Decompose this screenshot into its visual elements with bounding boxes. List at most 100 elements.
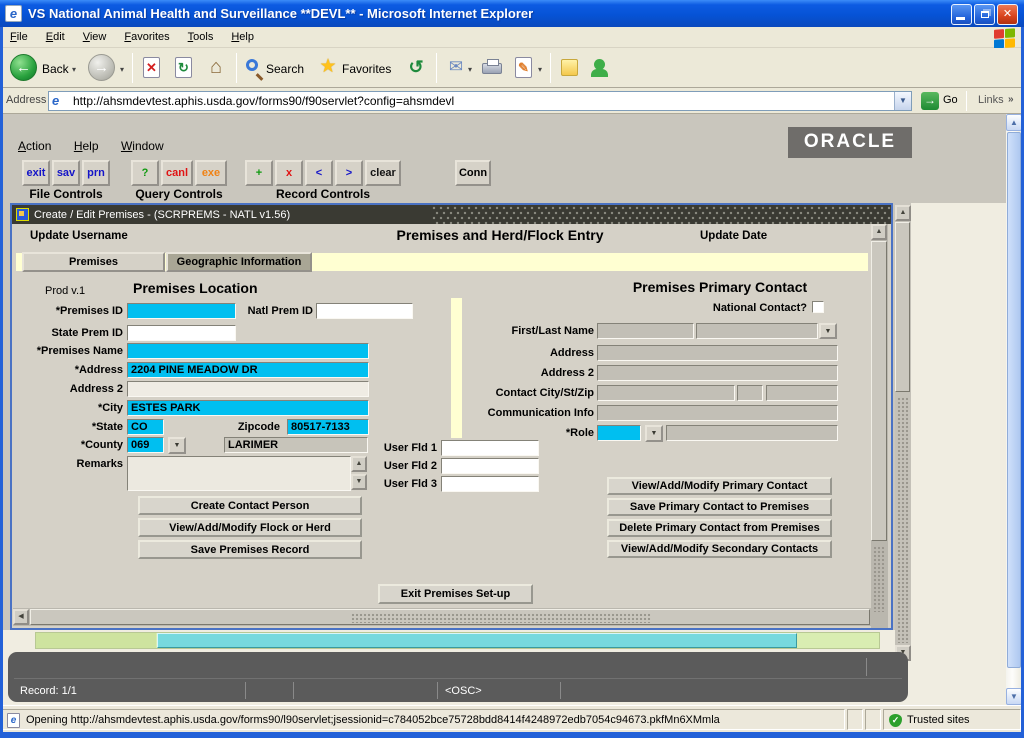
- applet-vertical-scroll-thumb[interactable]: [895, 222, 910, 392]
- applet-horizontal-scrollbar[interactable]: [35, 632, 880, 649]
- role-dropdown-button[interactable]: ▼: [645, 425, 663, 442]
- form-horizontal-scrollbar[interactable]: ◀ ▶: [13, 608, 888, 626]
- back-icon[interactable]: ←: [10, 54, 37, 81]
- oracle-menu-window[interactable]: Window: [121, 139, 164, 153]
- menu-favorites[interactable]: Favorites: [124, 31, 169, 43]
- remarks-scroll-up-button[interactable]: ▲: [351, 456, 367, 472]
- address2-field[interactable]: [127, 381, 369, 397]
- query-cancel-button[interactable]: canl: [161, 160, 193, 186]
- premises-id-field[interactable]: [127, 303, 236, 319]
- state-field[interactable]: [127, 419, 164, 435]
- applet-scroll-up-button[interactable]: ▲: [895, 205, 911, 221]
- view-add-modify-primary-contact-button[interactable]: View/Add/Modify Primary Contact: [607, 477, 832, 495]
- history-icon[interactable]: ↺: [404, 56, 428, 80]
- messenger-icon[interactable]: [588, 56, 612, 80]
- form-vertical-scrollbar[interactable]: ▲: [871, 224, 888, 628]
- menu-edit[interactable]: Edit: [46, 31, 65, 43]
- conn-button[interactable]: Conn: [455, 160, 491, 186]
- form-title-bar[interactable]: Create / Edit Premises - (SCRPREMS - NAT…: [12, 205, 891, 224]
- national-contact-checkbox[interactable]: [812, 301, 824, 313]
- mail-dropdown-icon[interactable]: ▾: [468, 65, 472, 74]
- zipcode-field[interactable]: [287, 419, 369, 435]
- remarks-scroll-down-button[interactable]: ▼: [351, 474, 367, 490]
- menu-view[interactable]: View: [83, 31, 107, 43]
- restore-button[interactable]: [974, 4, 995, 25]
- save-button[interactable]: sav: [52, 160, 80, 186]
- role-field[interactable]: [597, 425, 641, 441]
- go-label[interactable]: Go: [943, 94, 958, 106]
- browser-scroll-thumb[interactable]: [1007, 132, 1021, 668]
- record-insert-button[interactable]: +: [245, 160, 273, 186]
- links-chevron-icon[interactable]: »: [1008, 94, 1014, 105]
- save-premises-record-button[interactable]: Save Premises Record: [138, 540, 362, 559]
- refresh-icon[interactable]: ↻: [172, 56, 196, 80]
- view-add-modify-flock-herd-button[interactable]: View/Add/Modify Flock or Herd: [138, 518, 362, 537]
- home-icon[interactable]: ⌂: [204, 56, 228, 80]
- menu-tools[interactable]: Tools: [188, 31, 214, 43]
- scroll-left-button[interactable]: ◀: [13, 609, 29, 625]
- address-url-input[interactable]: [73, 93, 883, 109]
- exit-premises-setup-button[interactable]: Exit Premises Set-up: [378, 584, 533, 604]
- back-label[interactable]: Back: [42, 62, 69, 76]
- county-dropdown-button[interactable]: ▼: [168, 437, 186, 454]
- view-add-modify-secondary-contacts-button[interactable]: View/Add/Modify Secondary Contacts: [607, 540, 832, 558]
- form-scroll-up-button[interactable]: ▲: [871, 224, 887, 240]
- browser-scroll-down-button[interactable]: ▼: [1006, 688, 1022, 705]
- remarks-field[interactable]: [127, 456, 351, 491]
- exit-button[interactable]: exit: [22, 160, 50, 186]
- minimize-button[interactable]: [951, 4, 972, 25]
- delete-primary-contact-button[interactable]: Delete Primary Contact from Premises: [607, 519, 832, 537]
- tab-premises[interactable]: Premises: [22, 252, 165, 272]
- stop-icon[interactable]: ✕: [140, 56, 164, 80]
- console-divider: [14, 678, 902, 679]
- city-field[interactable]: [127, 400, 369, 416]
- address-field[interactable]: [127, 362, 369, 378]
- mail-icon[interactable]: ✉: [444, 56, 468, 80]
- go-icon[interactable]: →: [921, 92, 939, 110]
- premises-name-field[interactable]: [127, 343, 369, 359]
- favorites-label[interactable]: Favorites: [342, 62, 391, 76]
- browser-vertical-scrollbar[interactable]: ▲ ▼: [1006, 114, 1022, 705]
- user-fld-2-field[interactable]: [441, 458, 539, 474]
- favorites-icon[interactable]: ★: [316, 56, 340, 80]
- edit-icon[interactable]: ✎: [512, 56, 536, 80]
- menu-file[interactable]: File: [10, 31, 28, 43]
- menu-help[interactable]: Help: [231, 31, 254, 43]
- tab-geographic-information[interactable]: Geographic Information: [166, 252, 312, 272]
- county-code-field[interactable]: [127, 437, 164, 453]
- search-label[interactable]: Search: [266, 62, 304, 76]
- address-input-box[interactable]: e ▼: [48, 91, 912, 111]
- back-dropdown-icon[interactable]: ▾: [72, 65, 76, 74]
- applet-vertical-scrollbar[interactable]: ▲ ▼: [895, 205, 911, 661]
- create-contact-person-button[interactable]: Create Contact Person: [138, 496, 362, 515]
- record-delete-button[interactable]: x: [275, 160, 303, 186]
- save-primary-contact-button[interactable]: Save Primary Contact to Premises: [607, 498, 832, 516]
- query-execute-button[interactable]: exe: [195, 160, 227, 186]
- address-dropdown-icon[interactable]: ▼: [894, 92, 911, 110]
- form-vertical-scroll-thumb[interactable]: [871, 241, 887, 541]
- record-clear-button[interactable]: clear: [365, 160, 401, 186]
- horizontal-scroll-thumb[interactable]: [30, 609, 870, 625]
- search-icon[interactable]: [242, 56, 266, 80]
- close-button[interactable]: ✕: [997, 4, 1018, 25]
- user-fld-3-field[interactable]: [441, 476, 539, 492]
- query-enter-button[interactable]: ?: [131, 160, 159, 186]
- record-previous-button[interactable]: <: [305, 160, 333, 186]
- browser-scroll-up-button[interactable]: ▲: [1006, 114, 1022, 131]
- oracle-menu-help[interactable]: Help: [74, 139, 99, 153]
- applet-horizontal-scroll-thumb[interactable]: [157, 633, 797, 648]
- record-next-button[interactable]: >: [335, 160, 363, 186]
- notes-icon[interactable]: [558, 56, 582, 80]
- print-button[interactable]: prn: [82, 160, 110, 186]
- forward-icon[interactable]: →: [88, 54, 115, 81]
- oracle-menu-action[interactable]: Action: [18, 139, 51, 153]
- print-icon[interactable]: [480, 56, 504, 80]
- state-prem-id-field[interactable]: [127, 325, 236, 341]
- forward-dropdown-icon[interactable]: ▾: [120, 65, 124, 74]
- contact-name-dropdown-button[interactable]: ▼: [819, 323, 837, 339]
- links-label[interactable]: Links: [978, 94, 1004, 106]
- premises-primary-contact-heading: Premises Primary Contact: [560, 279, 880, 295]
- natl-prem-id-field[interactable]: [316, 303, 413, 319]
- user-fld-1-field[interactable]: [441, 440, 539, 456]
- edit-dropdown-icon[interactable]: ▾: [538, 65, 542, 74]
